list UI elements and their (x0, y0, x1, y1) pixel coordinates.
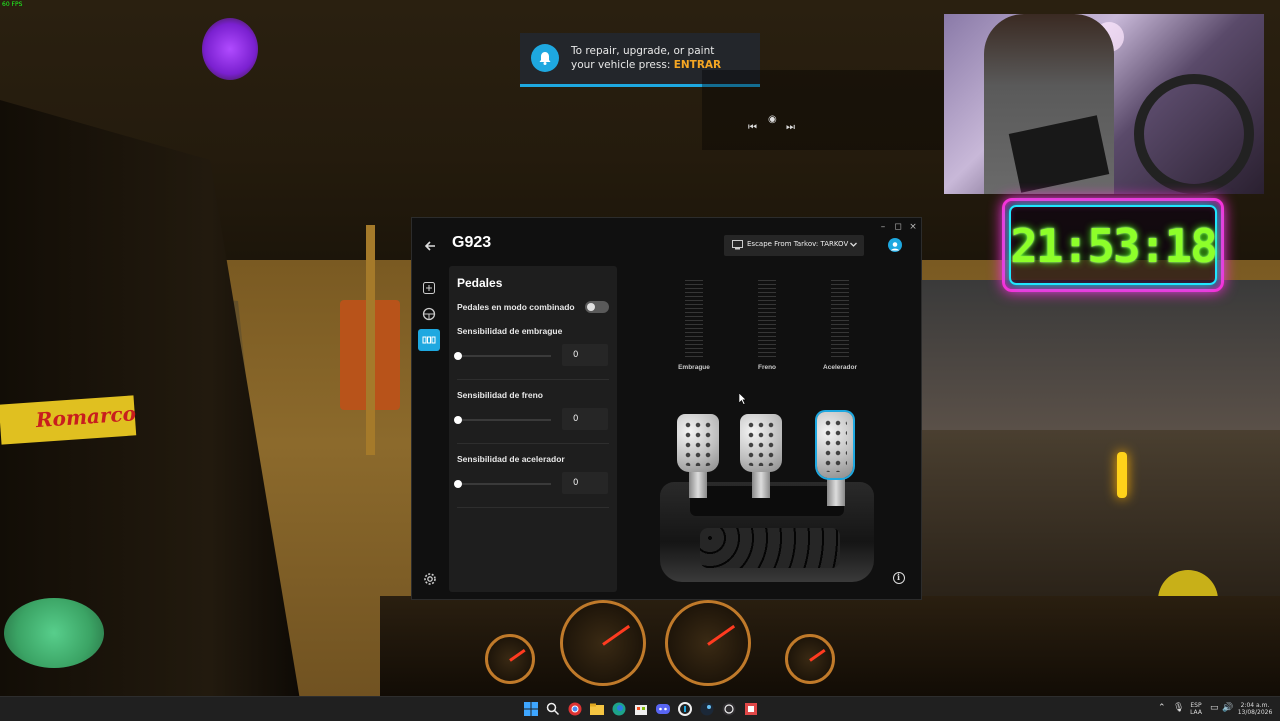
ghub-window: – ◻ × G923 Escape From Tarkov: TARKOV Pe… (411, 217, 922, 600)
chevron-up-icon[interactable]: ⌃ (1158, 703, 1166, 713)
cab-right-panel (922, 430, 1280, 600)
clutch-pedal-arm (689, 468, 707, 498)
notification-message: To repair, upgrade, or paint your vehicl… (571, 44, 756, 72)
next-icon[interactable]: ⏭ (786, 122, 795, 133)
previous-icon[interactable]: ⏮ (748, 122, 757, 133)
keyboard-language[interactable]: ESP LAA (1186, 702, 1206, 716)
throttle-meter-label: Acelerador (823, 364, 857, 371)
taskbar-date: 13/08/2026 (1237, 709, 1273, 716)
obs-icon[interactable] (721, 701, 737, 717)
small-gauge-left (485, 634, 535, 684)
game-app-icon[interactable] (743, 701, 759, 717)
volume-icon[interactable]: 🔊 (1222, 703, 1233, 713)
divider (457, 443, 609, 444)
microphone-icon[interactable]: 🎙 (1173, 703, 1184, 713)
throttle-meter (831, 280, 849, 358)
clutch-meter-label: Embrague (678, 364, 710, 371)
steering-wheel (1134, 74, 1254, 194)
throttle-sensitivity-label: Sensibilidad de acelerador (457, 454, 565, 464)
purple-cab-light (202, 18, 258, 80)
notification-line1: To repair, upgrade, or paint (571, 45, 715, 57)
ghub-taskbar-icon[interactable] (677, 701, 693, 717)
camera-icon[interactable]: ◉ (768, 114, 777, 125)
yard-pole (366, 225, 375, 455)
plant-decoration (4, 598, 104, 668)
add-icon[interactable] (418, 277, 440, 299)
clock-time: 21:53:18 (1010, 219, 1218, 273)
steering-wheel-icon[interactable] (418, 303, 440, 325)
small-gauge-right (785, 634, 835, 684)
fps-counter: 60 FPS (2, 1, 23, 8)
steam-icon[interactable] (699, 701, 715, 717)
throttle-pedal[interactable] (817, 412, 853, 478)
minimize-button[interactable]: – (876, 221, 890, 233)
clutch-sensitivity-label: Sensibilidad de embrague (457, 326, 563, 336)
network-icon[interactable]: ▭ (1210, 703, 1219, 713)
bell-icon (531, 44, 559, 72)
notification-line2: your vehicle press: (571, 59, 674, 71)
rpm-gauge (665, 600, 751, 686)
windows-taskbar: ⌃ 🎙 ESP LAA ▭ 🔊 2:04 a.m. 13/08/2026 (0, 696, 1280, 721)
brake-pedal-arm (752, 468, 770, 498)
truck-dashboard (380, 596, 1280, 696)
garage-building (922, 280, 1280, 430)
pedals-settings-panel: Pedales Pedales en modo combinado Sensib… (449, 266, 617, 592)
speed-gauge (560, 600, 646, 686)
taskbar-clock[interactable]: 2:04 a.m. 13/08/2026 (1234, 702, 1276, 716)
taskbar-time: 2:04 a.m. (1240, 702, 1270, 709)
rubber-footrest (700, 528, 840, 568)
throttle-sensitivity-value[interactable]: 0 (562, 472, 608, 494)
slider-knob[interactable] (454, 416, 462, 424)
discord-icon[interactable] (655, 701, 671, 717)
user-icon[interactable] (888, 238, 902, 252)
media-controls-overlay: ⏮ ◉ ⏭ (702, 70, 944, 150)
gear-icon[interactable] (423, 571, 437, 585)
clutch-sensitivity-value[interactable]: 0 (562, 344, 608, 366)
close-button[interactable]: × (906, 221, 920, 233)
brake-sensitivity-label: Sensibilidad de freno (457, 390, 543, 400)
banner-text: Romarco (35, 401, 137, 433)
slider-knob[interactable] (454, 352, 462, 360)
clutch-sensitivity-slider[interactable] (454, 352, 551, 360)
profile-label: Escape From Tarkov: TARKOV (747, 240, 849, 248)
language-code: ESP (1190, 702, 1202, 709)
layout-code: LAA (1190, 709, 1202, 716)
brake-sensitivity-slider[interactable] (454, 416, 551, 424)
yellow-warning-light (1117, 452, 1127, 498)
maximize-button[interactable]: ◻ (891, 221, 905, 233)
back-arrow-icon[interactable] (422, 238, 438, 254)
panel-title: Pedales (457, 276, 503, 290)
info-icon[interactable] (893, 572, 905, 584)
chrome-icon[interactable] (567, 701, 583, 717)
search-icon[interactable] (545, 701, 561, 717)
brake-pedal[interactable] (740, 414, 782, 472)
clutch-pedal[interactable] (677, 414, 719, 472)
webcam-feed (944, 14, 1264, 194)
pedals-icon[interactable] (418, 329, 440, 351)
edge-icon[interactable] (611, 701, 627, 717)
brake-meter (758, 280, 776, 358)
mouse-cursor-icon (739, 393, 747, 405)
clutch-meter (685, 280, 703, 358)
device-title: G923 (452, 234, 492, 251)
neon-clock: 21:53:18 (1002, 198, 1224, 292)
brake-sensitivity-value[interactable]: 0 (562, 408, 608, 430)
chevron-down-icon (850, 242, 857, 247)
divider (457, 379, 609, 380)
profile-dropdown[interactable]: Escape From Tarkov: TARKOV (724, 235, 864, 256)
throttle-sensitivity-slider[interactable] (454, 480, 551, 488)
game-profile-icon (732, 240, 743, 250)
combined-mode-toggle[interactable] (585, 301, 609, 313)
windows-start-icon[interactable] (523, 701, 539, 717)
slider-knob[interactable] (454, 480, 462, 488)
throttle-pedal-arm (827, 476, 845, 506)
file-explorer-icon[interactable] (589, 701, 605, 717)
brake-meter-label: Freno (757, 364, 777, 371)
combined-mode-label: Pedales en modo combinado (457, 302, 575, 312)
store-icon[interactable] (633, 701, 649, 717)
divider (457, 507, 609, 508)
